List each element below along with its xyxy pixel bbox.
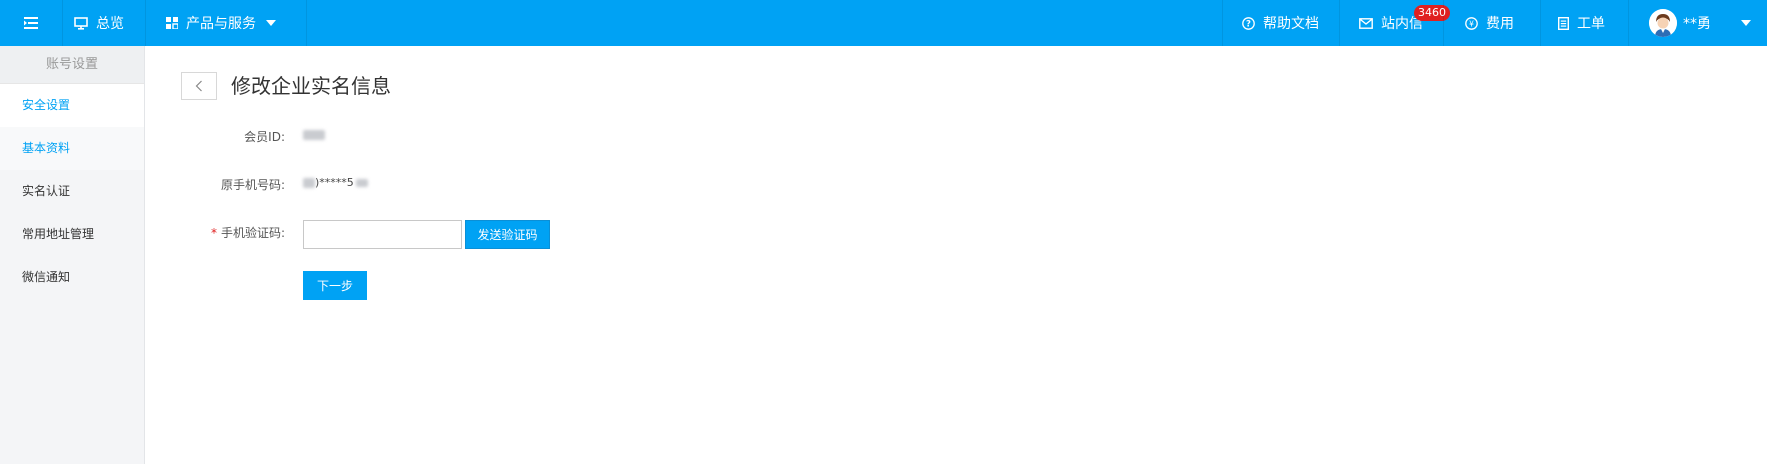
phone-label: 原手机号码:	[220, 178, 285, 192]
sidebar-item-basic-info[interactable]: 基本资料	[0, 127, 144, 170]
nav-help-label: 帮助文档	[1263, 16, 1319, 32]
nav-billing[interactable]: ¥ 费用	[1443, 0, 1540, 46]
nav-help-docs[interactable]: ? 帮助文档	[1222, 0, 1339, 46]
member-id-label: 会员ID:	[244, 130, 285, 144]
document-list-icon	[1558, 16, 1569, 30]
next-step-button[interactable]: 下一步	[303, 271, 367, 300]
menu-toggle-button[interactable]	[0, 0, 62, 46]
phone-value: )*****5	[303, 176, 368, 189]
avatar	[1649, 9, 1677, 37]
user-name: **勇	[1683, 16, 1711, 32]
help-circle-icon: ?	[1242, 16, 1255, 30]
chevron-left-icon	[195, 80, 202, 92]
svg-text:?: ?	[1246, 19, 1251, 29]
nav-tickets-label: 工单	[1577, 16, 1605, 32]
user-menu[interactable]: **勇	[1628, 0, 1767, 46]
yen-coin-icon: ¥	[1465, 16, 1478, 30]
sidebar-item-wechat-notification[interactable]: 微信通知	[0, 256, 144, 299]
chevron-down-icon	[266, 20, 276, 26]
verification-code-label-text: 手机验证码:	[220, 226, 285, 240]
send-code-button[interactable]: 发送验证码	[465, 220, 550, 249]
nav-overview-label: 总览	[96, 16, 124, 32]
monitor-icon	[74, 16, 88, 30]
nav-overview[interactable]: 总览	[62, 0, 144, 46]
required-asterisk: *	[210, 226, 217, 240]
redacted-phone-suffix	[355, 179, 368, 187]
svg-text:¥: ¥	[1469, 19, 1474, 28]
top-navigation-bar: 总览 产品与服务 ? 帮助文档 站内信 3460 ¥ 费用 工单 **勇	[0, 0, 1767, 46]
sidebar-header: 账号设置	[0, 46, 144, 84]
verification-code-input[interactable]	[303, 220, 462, 249]
sidebar-item-address-management[interactable]: 常用地址管理	[0, 213, 144, 256]
verification-code-label: * 手机验证码:	[145, 224, 285, 241]
nav-products-label: 产品与服务	[186, 16, 256, 32]
sidebar-item-security-settings[interactable]: 安全设置	[0, 84, 144, 127]
redacted-phone-prefix	[303, 178, 315, 188]
page-title: 修改企业实名信息	[231, 74, 391, 98]
back-button[interactable]	[181, 72, 217, 100]
divider	[306, 0, 307, 46]
sidebar-item-real-name-auth[interactable]: 实名认证	[0, 170, 144, 213]
member-id-value	[303, 128, 325, 141]
main-content: 修改企业实名信息 会员ID: 原手机号码: )*****5 * 手机验证码: 发送…	[145, 46, 1767, 464]
menu-icon	[24, 17, 38, 29]
chevron-down-icon	[1741, 20, 1751, 26]
redacted-member-id	[303, 130, 325, 140]
sidebar: 账号设置 安全设置 基本资料 实名认证 常用地址管理 微信通知	[0, 46, 145, 464]
nav-tickets[interactable]: 工单	[1540, 0, 1628, 46]
nav-billing-label: 费用	[1486, 16, 1514, 32]
nav-products-services[interactable]: 产品与服务	[146, 0, 306, 46]
phone-masked-text: )*****5	[315, 176, 354, 189]
grid-icon	[166, 17, 178, 29]
mail-icon	[1359, 17, 1373, 29]
